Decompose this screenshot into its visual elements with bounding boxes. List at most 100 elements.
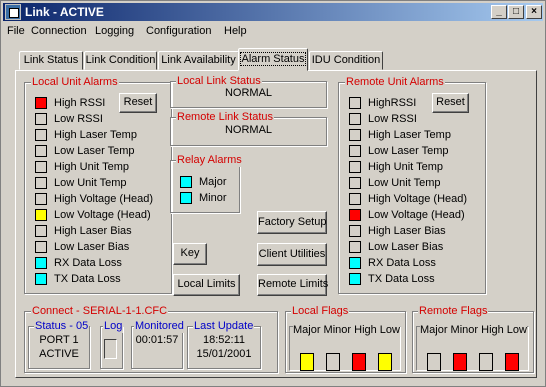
- local-alarm-label: RX Data Loss: [54, 257, 122, 269]
- relay-major-label: Major: [199, 176, 227, 188]
- local-alarm-label: High Laser Temp: [54, 129, 137, 141]
- remote-alarm-indicator: [349, 257, 361, 269]
- relay-alarms-group: Relay Alarms Major Minor: [170, 153, 243, 213]
- tab-idu-condition[interactable]: IDU Condition: [309, 51, 383, 70]
- local-reset-button[interactable]: Reset: [119, 93, 157, 113]
- menu-help[interactable]: Help: [224, 25, 247, 37]
- remote-link-status-value: NORMAL: [224, 124, 273, 136]
- remote-flag-minor: [453, 353, 467, 371]
- local-alarm-label: Low Laser Bias: [54, 241, 130, 253]
- local-unit-alarms-title: Local Unit Alarms: [31, 75, 119, 89]
- app-window: Link - ACTIVE _ □ × File Connection Logg…: [0, 0, 546, 387]
- title-bar[interactable]: Link - ACTIVE _ □ ×: [3, 3, 543, 21]
- factory-setup-button[interactable]: Factory Setup: [257, 211, 327, 234]
- menu-file[interactable]: File: [7, 25, 25, 37]
- remote-unit-alarms-group: Remote Unit Alarms Reset HighRSSI Low RSS…: [338, 75, 486, 294]
- relay-minor-label: Minor: [199, 192, 227, 204]
- remote-unit-alarms-title: Remote Unit Alarms: [345, 75, 445, 89]
- last-update-title: Last Update: [193, 319, 255, 333]
- local-alarm-indicator: [35, 177, 47, 189]
- remote-alarm-indicator: [349, 113, 361, 125]
- remote-alarm-label: RX Data Loss: [368, 257, 436, 269]
- remote-alarm-label: Low RSSI: [368, 113, 417, 125]
- status-state: ACTIVE: [39, 348, 79, 360]
- minimize-icon: _: [496, 6, 502, 17]
- local-alarm-label: Low Laser Temp: [54, 145, 135, 157]
- local-alarm-indicator: [35, 97, 47, 109]
- local-alarm-label: Low Voltage (Head): [54, 209, 151, 221]
- status-title: Status - 05: [34, 319, 90, 333]
- remote-flag-low: [505, 353, 519, 371]
- monitored-title: Monitored: [134, 319, 185, 333]
- remote-alarm-indicator: [349, 225, 361, 237]
- client-utilities-button[interactable]: Client Utilities: [257, 243, 327, 266]
- remote-alarm-label: TX Data Loss: [368, 273, 435, 285]
- connect-title: Connect - SERIAL-1-1.CFC: [31, 304, 169, 318]
- minimize-button[interactable]: _: [491, 5, 507, 19]
- remote-flags-title: Remote Flags: [418, 304, 489, 318]
- connect-group: Connect - SERIAL-1-1.CFC Status - 05 POR…: [24, 304, 278, 373]
- close-icon: ×: [531, 6, 537, 17]
- local-alarm-label: High Laser Bias: [54, 225, 132, 237]
- local-alarm-indicator: [35, 225, 47, 237]
- menu-logging[interactable]: Logging: [95, 25, 134, 37]
- local-alarm-label: High Unit Temp: [54, 161, 129, 173]
- local-alarm-label: Low Unit Temp: [54, 177, 127, 189]
- local-limits-button[interactable]: Local Limits: [173, 274, 240, 296]
- tab-alarm-status[interactable]: Alarm Status: [238, 48, 308, 71]
- local-link-status-group: Local Link Status NORMAL: [170, 74, 327, 108]
- remote-alarm-indicator: [349, 209, 361, 221]
- remote-alarm-label: Low Unit Temp: [368, 177, 441, 189]
- local-alarm-label: High Voltage (Head): [54, 193, 154, 205]
- remote-link-status-group: Remote Link Status NORMAL: [170, 110, 327, 146]
- remote-alarm-label: High Unit Temp: [368, 161, 443, 173]
- log-indicator[interactable]: [104, 339, 117, 359]
- window-title: Link - ACTIVE: [25, 5, 104, 19]
- monitored-value: 00:01:57: [135, 334, 179, 346]
- remote-alarm-indicator: [349, 129, 361, 141]
- local-alarm-indicator: [35, 113, 47, 125]
- remote-alarm-label: HighRSSI: [368, 97, 417, 109]
- local-flag-minor: [326, 353, 340, 371]
- log-title: Log: [103, 319, 124, 333]
- local-alarm-label: TX Data Loss: [54, 273, 121, 285]
- remote-alarm-indicator: [349, 145, 361, 157]
- remote-alarm-label: Low Laser Bias: [368, 241, 444, 253]
- last-update-date: 15/01/2001: [196, 348, 252, 360]
- relay-alarms-title: Relay Alarms: [176, 153, 243, 167]
- local-flags-title: Local Flags: [291, 304, 350, 318]
- local-alarm-label: High RSSI: [54, 97, 106, 109]
- tab-link-availability[interactable]: Link Availability: [158, 51, 239, 70]
- remote-alarm-label: High Laser Bias: [368, 225, 446, 237]
- menu-connection[interactable]: Connection: [31, 25, 87, 37]
- local-unit-alarms-group: Local Unit Alarms Reset High RSSI Low RSS…: [24, 75, 172, 294]
- local-alarm-label: Low RSSI: [54, 113, 103, 125]
- tab-link-status[interactable]: Link Status: [19, 51, 83, 70]
- key-button[interactable]: Key: [173, 243, 207, 265]
- remote-flag-high: [479, 353, 493, 371]
- local-alarm-indicator: [35, 161, 47, 173]
- relay-major-indicator: [180, 176, 192, 188]
- tab-link-condition[interactable]: Link Condition: [84, 51, 157, 70]
- last-update-group: Last Update 18:52:11 15/01/2001: [187, 319, 261, 369]
- remote-alarm-indicator: [349, 273, 361, 285]
- remote-flags-group: Remote Flags Major Minor High Low: [412, 304, 534, 373]
- app-icon: [5, 4, 21, 20]
- remote-flag-major: [427, 353, 441, 371]
- remote-flags-header: Major Minor High Low: [420, 324, 527, 336]
- remote-reset-button[interactable]: Reset: [432, 93, 469, 113]
- remote-alarm-indicator: [349, 241, 361, 253]
- local-flag-low: [378, 353, 392, 371]
- remote-limits-button[interactable]: Remote Limits: [257, 274, 328, 296]
- close-button[interactable]: ×: [526, 5, 542, 19]
- maximize-button[interactable]: □: [508, 5, 524, 19]
- menu-configuration[interactable]: Configuration: [146, 25, 211, 37]
- remote-alarm-indicator: [349, 193, 361, 205]
- remote-alarm-label: Low Voltage (Head): [368, 209, 465, 221]
- local-flag-major: [300, 353, 314, 371]
- local-alarm-indicator: [35, 145, 47, 157]
- monitored-group: Monitored 00:01:57: [131, 319, 185, 369]
- maximize-icon: □: [512, 6, 520, 17]
- relay-minor-indicator: [180, 192, 192, 204]
- local-alarm-indicator: [35, 257, 47, 269]
